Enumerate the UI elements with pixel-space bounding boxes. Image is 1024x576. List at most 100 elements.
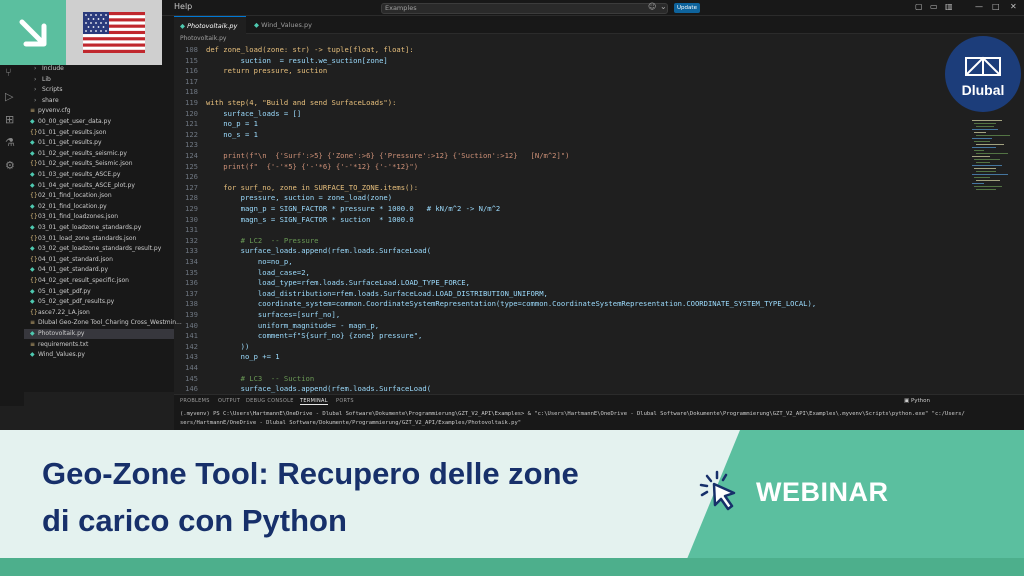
code-line[interactable]: 108 def zone_load(zone: str) -> tuple[flo… bbox=[174, 44, 414, 55]
explorer-item[interactable]: ◆ 03_01_get_loadzone_standards.py bbox=[24, 223, 141, 233]
terminal-shell-selector[interactable]: ▣ Python bbox=[904, 398, 930, 404]
explorer-item[interactable]: ≡ pyvenv.cfg bbox=[24, 106, 71, 116]
code-line[interactable]: 133 surface_loads.append(rfem.loads.Surf… bbox=[174, 245, 431, 256]
explorer-item[interactable]: ◆ 05_01_get_pdf.py bbox=[24, 287, 91, 297]
code-line[interactable]: 128 pressure, suction = zone_load(zone) bbox=[174, 192, 392, 203]
explorer-item[interactable]: {}03_01_find_loadzones.json bbox=[24, 212, 118, 222]
code-line[interactable]: 115 suction = result.we_suction[zone] bbox=[174, 55, 388, 66]
explorer-item[interactable]: {}asce7.22_LA.json bbox=[24, 308, 90, 318]
code-line[interactable]: 118 bbox=[174, 86, 206, 97]
explorer-item[interactable]: › share bbox=[24, 96, 59, 106]
code-line[interactable]: 123 bbox=[174, 139, 206, 150]
toggle-sidebar-icon[interactable]: ▢ bbox=[915, 2, 923, 11]
explorer-item[interactable]: ◆ 01_01_get_results.py bbox=[24, 138, 102, 148]
code-line[interactable]: 138 coordinate_system=common.CoordinateS… bbox=[174, 298, 816, 309]
code-line[interactable]: 137 load_distribution=rfem.loads.Surface… bbox=[174, 288, 548, 299]
explorer-item[interactable]: ◆ 02_01_find_location.py bbox=[24, 202, 107, 212]
explorer-item[interactable]: ◆ 01_04_get_results_ASCE_plot.py bbox=[24, 181, 135, 191]
code-line[interactable]: 125 print(f" {'-'*5} {'-'*6} {'-'*12} {'… bbox=[174, 161, 418, 172]
explorer-item[interactable]: ◆ 01_03_get_results_ASCE.py bbox=[24, 170, 120, 180]
code-line[interactable]: 144 bbox=[174, 362, 206, 373]
code-line[interactable]: 117 bbox=[174, 76, 206, 87]
extensions-icon[interactable]: ⊞ bbox=[5, 113, 14, 126]
python-file-icon: ◆ bbox=[30, 171, 35, 178]
panel-tab-debug-console[interactable]: DEBUG CONSOLE bbox=[246, 398, 294, 404]
code-line[interactable]: 119 with step(4, "Build and send SurfaceL… bbox=[174, 97, 396, 108]
chevron-down-icon[interactable]: ⌄ bbox=[660, 2, 667, 11]
json-file-icon: {} bbox=[30, 277, 38, 284]
code-line[interactable]: 127 for surf_no, zone in SURFACE_TO_ZONE… bbox=[174, 182, 418, 193]
source-control-icon[interactable]: ⑂ bbox=[5, 66, 12, 79]
minimap[interactable] bbox=[972, 92, 1020, 242]
code-line[interactable]: 139 surfaces=[surf_no], bbox=[174, 309, 340, 320]
line-number: 138 bbox=[185, 299, 198, 309]
code-line[interactable]: 120 surface_loads = [] bbox=[174, 108, 301, 119]
layout-icon[interactable]: ▥ bbox=[945, 2, 953, 11]
minimize-icon[interactable]: — bbox=[975, 2, 983, 11]
python-file-icon: ◆ bbox=[30, 287, 35, 295]
code-line[interactable]: 130 magn_s = SIGN_FACTOR * suction * 100… bbox=[174, 214, 414, 225]
code-line[interactable]: 116 return pressure, suction bbox=[174, 65, 327, 76]
code-area[interactable]: 108 def zone_load(zone: str) -> tuple[flo… bbox=[174, 44, 974, 394]
code-line[interactable]: 136 load_type=rfem.loads.SurfaceLoad.LOA… bbox=[174, 277, 470, 288]
explorer-item[interactable]: {}03_01_load_zone_standards.json bbox=[24, 234, 136, 244]
code-line[interactable]: 143 no_p += 1 bbox=[174, 351, 280, 362]
code-line[interactable]: 131 bbox=[174, 224, 206, 235]
panel-tab-output[interactable]: OUTPUT bbox=[218, 398, 240, 404]
testing-icon[interactable]: ⚗ bbox=[5, 136, 15, 149]
code-line[interactable]: 134 no=no_p, bbox=[174, 256, 293, 267]
line-number: 125 bbox=[185, 161, 198, 171]
explorer-item[interactable]: ≡ Dlubal Geo-Zone Tool_Charing Cross_West… bbox=[24, 318, 182, 328]
line-number: 130 bbox=[185, 214, 198, 224]
explorer-item[interactable]: {}04_01_get_standard.json bbox=[24, 255, 113, 265]
panel-tab-problems[interactable]: PROBLEMS bbox=[180, 398, 210, 404]
explorer-item[interactable]: ◆ 00_00_get_user_data.py bbox=[24, 117, 111, 127]
explorer-item[interactable]: ◆ 03_02_get_loadzone_standards_result.py bbox=[24, 244, 161, 254]
code-line[interactable]: 132 # LC2 -- Pressure bbox=[174, 235, 319, 246]
tab-wind-values[interactable]: ◆ Wind_Values.py bbox=[248, 16, 328, 34]
code-line[interactable]: 135 load_case=2, bbox=[174, 267, 310, 278]
tab-label: Photovoltaik.py bbox=[187, 22, 238, 30]
explorer-item[interactable]: › Include bbox=[24, 64, 64, 74]
code-line[interactable]: 121 no_p = 1 bbox=[174, 118, 258, 129]
code-text: return pressure, suction bbox=[206, 66, 328, 76]
terminal-line[interactable]: (.myvenv) PS C:\Users\HartmannE\OneDrive… bbox=[180, 411, 965, 417]
code-line[interactable]: 141 comment=f"S{surf_no} {zone} pressure… bbox=[174, 330, 422, 341]
code-line[interactable]: 126 bbox=[174, 171, 206, 182]
explorer-item[interactable]: ◆ Photovoltaik.py bbox=[24, 329, 174, 339]
explorer-item[interactable]: ◆ 04_01_get_standard.py bbox=[24, 265, 108, 275]
run-debug-icon[interactable]: ▷ bbox=[5, 90, 13, 103]
code-line[interactable]: 142 )) bbox=[174, 341, 249, 352]
terminal-line[interactable]: sers/HartmannE/OneDrive - Dlubal Softwar… bbox=[180, 420, 521, 426]
breadcrumb[interactable]: Photovoltaik.py bbox=[180, 35, 226, 42]
code-line[interactable]: 146 surface_loads.append(rfem.loads.Surf… bbox=[174, 383, 431, 394]
copilot-icon[interactable]: ☺ bbox=[648, 2, 656, 11]
explorer-item[interactable]: › Lib bbox=[24, 75, 51, 85]
python-file-icon: ◆ bbox=[30, 224, 35, 231]
explorer-item[interactable]: {}02_01_find_location.json bbox=[24, 191, 112, 201]
close-icon[interactable]: ✕ bbox=[1010, 2, 1017, 11]
code-line[interactable]: 124 print(f"\n {'Surf':>5} {'Zone':>6} {… bbox=[174, 150, 569, 161]
panel-tab-ports[interactable]: PORTS bbox=[336, 398, 354, 404]
maximize-icon[interactable]: □ bbox=[992, 2, 1000, 11]
panel-tab-terminal[interactable]: TERMINAL bbox=[300, 398, 328, 405]
explorer-item[interactable]: {}04_02_get_result_specific.json bbox=[24, 276, 129, 286]
tab-photovoltaik[interactable]: ◆ Photovoltaik.py bbox=[174, 16, 246, 34]
code-line[interactable]: 122 no_s = 1 bbox=[174, 129, 258, 140]
menu-help[interactable]: Help bbox=[174, 2, 192, 11]
update-button[interactable]: Update bbox=[674, 3, 700, 13]
explorer-item[interactable]: ◆ Wind_Values.py bbox=[24, 350, 85, 360]
code-line[interactable]: 145 # LC3 -- Suction bbox=[174, 373, 314, 384]
explorer-item[interactable]: ≡ requirements.txt bbox=[24, 340, 88, 350]
python-icon[interactable]: ⚙ bbox=[5, 159, 15, 172]
code-line[interactable]: 129 magn_p = SIGN_FACTOR * pressure * 10… bbox=[174, 203, 500, 214]
explorer-item[interactable]: ◆ 01_02_get_results_seismic.py bbox=[24, 149, 127, 159]
explorer-item[interactable]: › Scripts bbox=[24, 85, 63, 95]
explorer-item[interactable]: ◆ 05_02_get_pdf_results.py bbox=[24, 297, 114, 307]
explorer-item[interactable]: {}01_02_get_results_Seismic.json bbox=[24, 159, 133, 169]
toggle-panel-icon[interactable]: ▭ bbox=[930, 2, 938, 11]
explorer-item[interactable]: {}01_01_get_results.json bbox=[24, 128, 106, 138]
file-icon: ≡ bbox=[30, 340, 36, 348]
command-center-search[interactable]: Examples bbox=[381, 3, 668, 14]
code-line[interactable]: 140 uniform_magnitude= - magn_p, bbox=[174, 320, 379, 331]
